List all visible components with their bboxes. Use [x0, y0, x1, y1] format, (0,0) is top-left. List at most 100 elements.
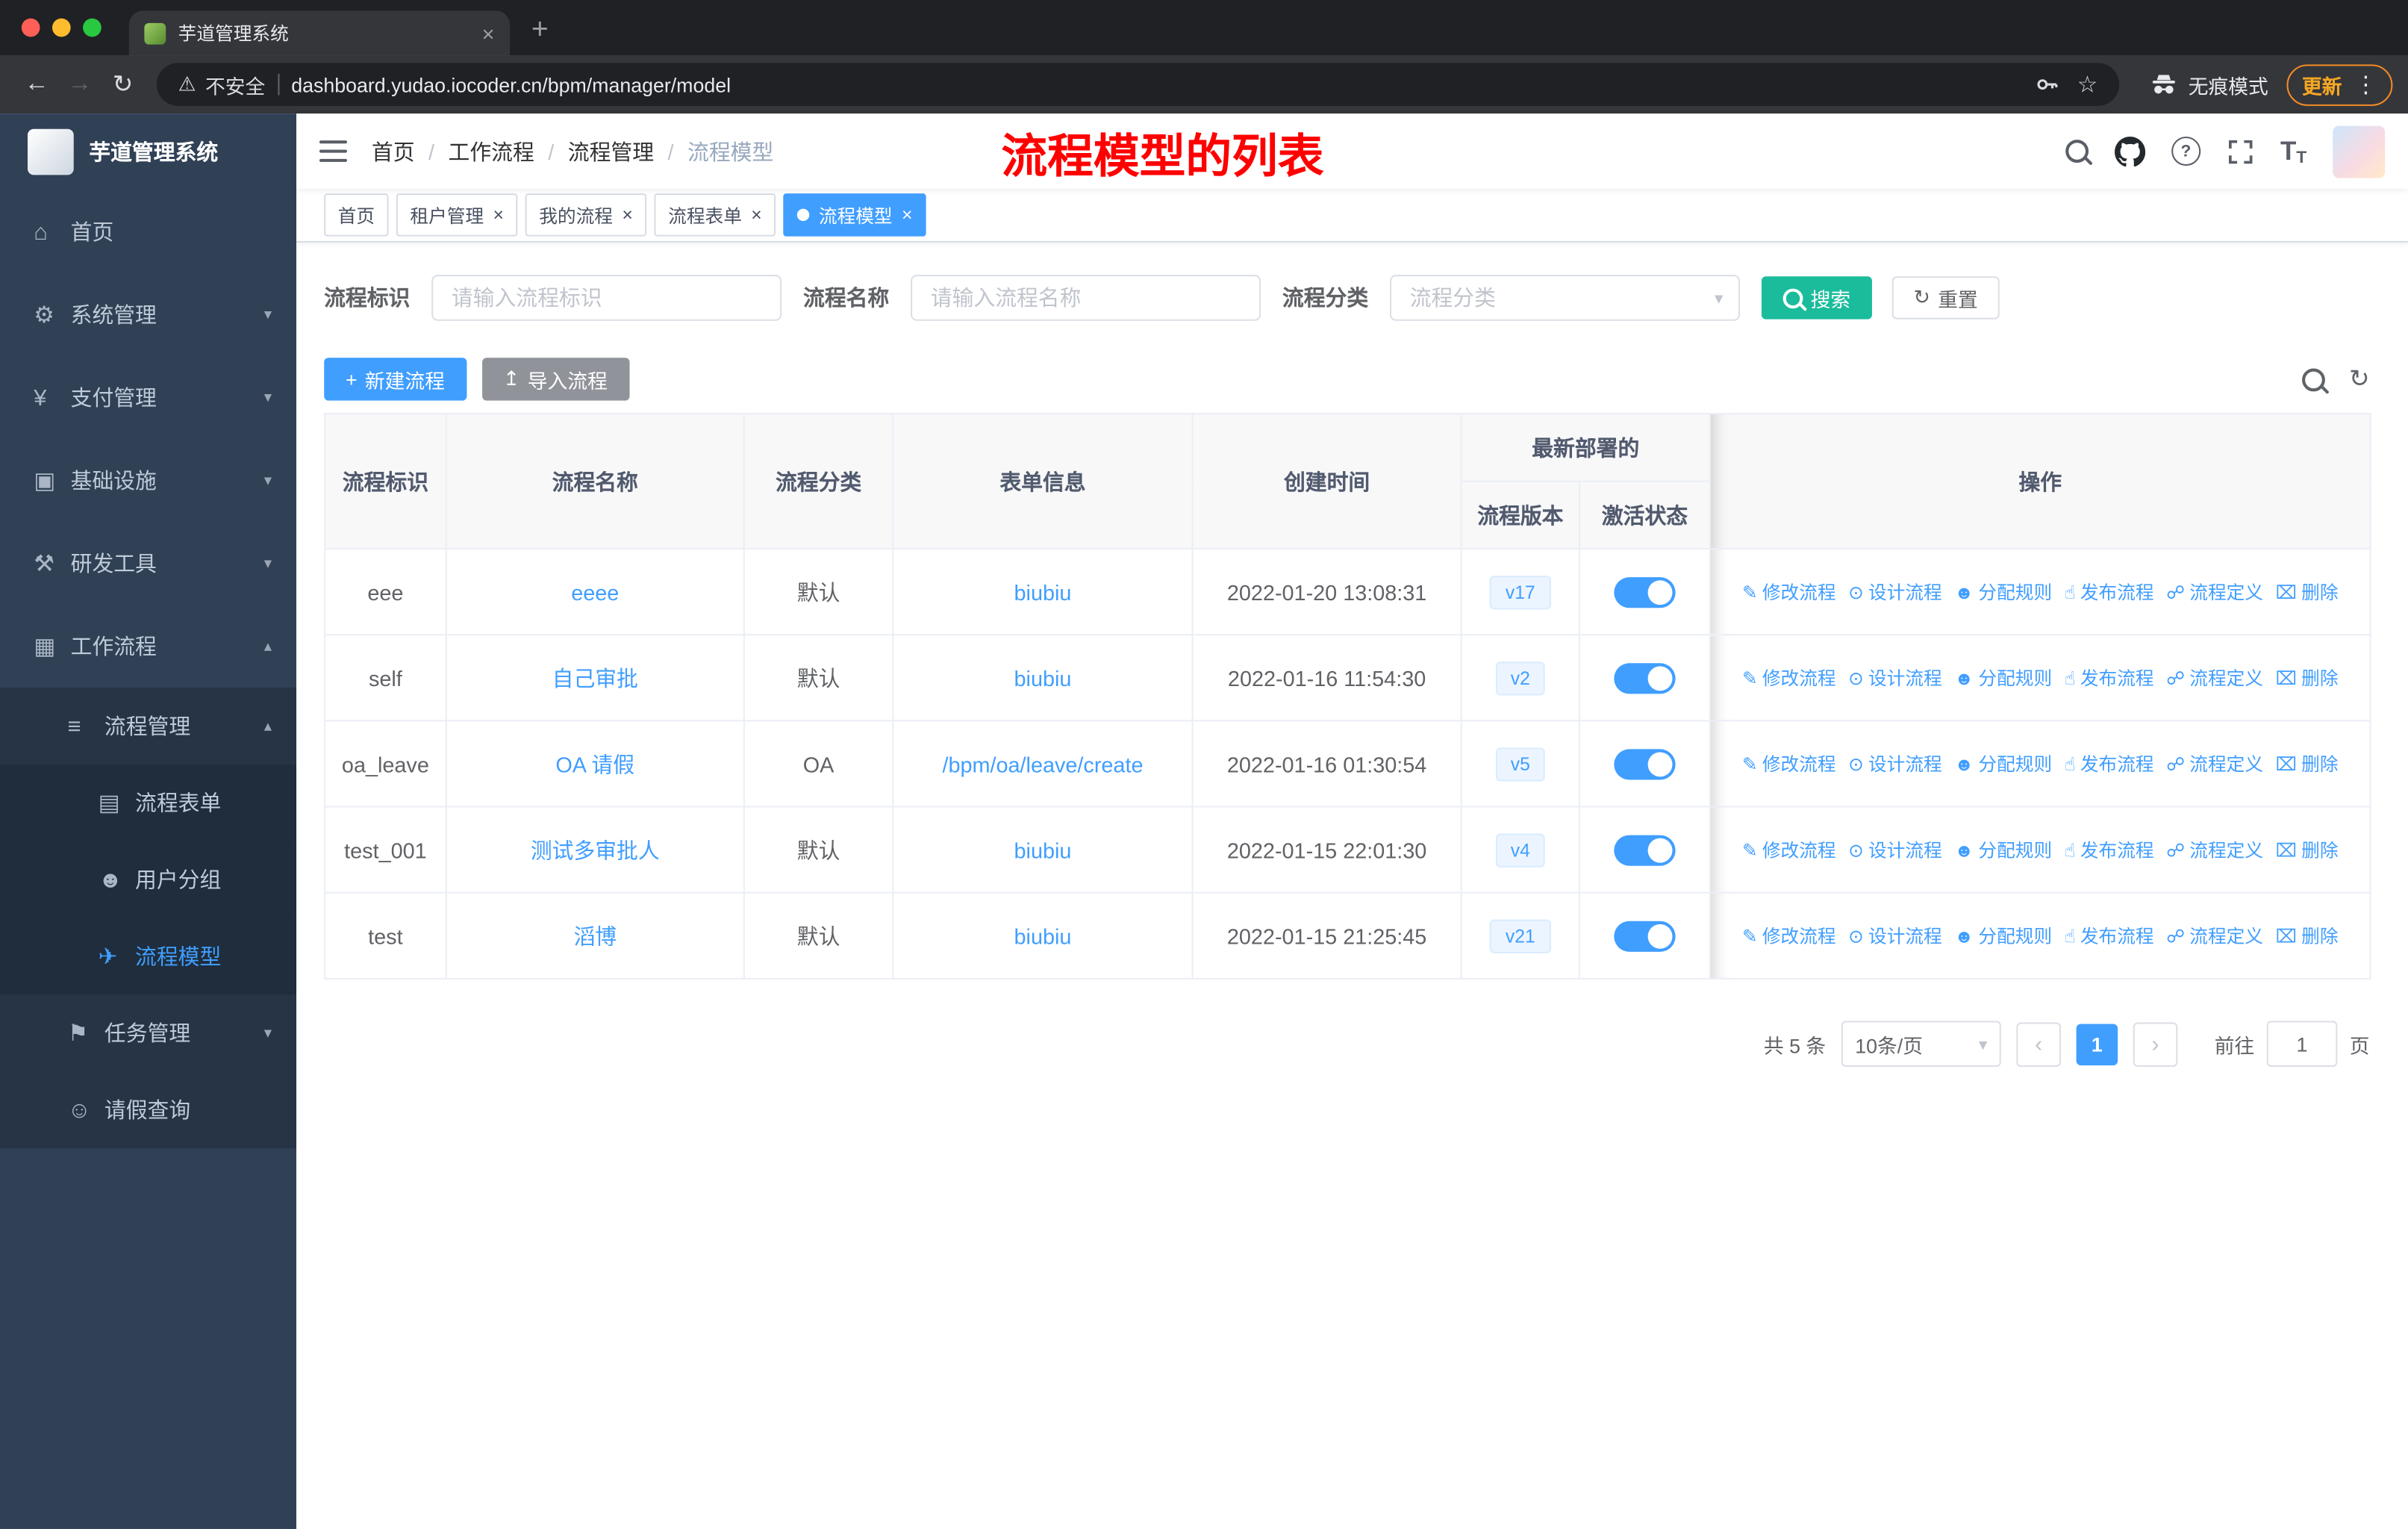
- assign-rule-link[interactable]: ☻ 分配规则: [1954, 837, 2052, 863]
- update-button[interactable]: 更新 ⋮: [2286, 63, 2393, 105]
- design-process-link[interactable]: ⊙ 设计流程: [1848, 750, 1942, 776]
- sidebar-item-infrastructure[interactable]: ▣ 基础设施 ▾: [0, 439, 296, 522]
- table-refresh-button[interactable]: ↻: [2349, 364, 2370, 394]
- sidebar-item-process-manage[interactable]: ≡ 流程管理 ▴: [0, 688, 297, 764]
- delete-link[interactable]: ⌧ 删除: [2276, 923, 2339, 949]
- sidebar-item-system-manage[interactable]: ⚙ 系统管理 ▾: [0, 273, 296, 356]
- form-info-link[interactable]: biubiu: [1014, 924, 1072, 948]
- process-name-link[interactable]: 滔博: [573, 924, 617, 948]
- sidebar-item-user-group[interactable]: ☻ 用户分组: [0, 841, 297, 918]
- sidebar-item-process-form[interactable]: ▤ 流程表单: [0, 764, 297, 841]
- process-definition-link[interactable]: ☍ 流程定义: [2166, 579, 2263, 605]
- reset-button[interactable]: ↻ 重置: [1891, 276, 2000, 320]
- form-info-link[interactable]: biubiu: [1014, 838, 1072, 862]
- close-icon[interactable]: ×: [622, 204, 632, 225]
- tag-process-model[interactable]: 流程模型 ×: [783, 193, 926, 237]
- tab-close-icon[interactable]: ×: [482, 21, 495, 46]
- password-key-icon[interactable]: [2034, 72, 2059, 97]
- tag-tenant-manage[interactable]: 租户管理 ×: [396, 193, 518, 237]
- publish-process-link[interactable]: ☝ 发布流程: [2065, 664, 2154, 691]
- process-name-input[interactable]: [911, 275, 1261, 321]
- back-icon[interactable]: ←: [16, 63, 59, 106]
- user-avatar[interactable]: [2333, 125, 2386, 178]
- import-process-button[interactable]: ↥ 导入流程: [481, 358, 629, 401]
- design-process-link[interactable]: ⊙ 设计流程: [1848, 923, 1942, 949]
- form-info-link[interactable]: biubiu: [1014, 579, 1072, 604]
- table-search-button[interactable]: [2301, 367, 2325, 391]
- next-page-button[interactable]: ›: [2133, 1021, 2178, 1067]
- forward-icon[interactable]: →: [58, 63, 102, 106]
- close-icon[interactable]: ×: [902, 204, 912, 225]
- publish-process-link[interactable]: ☝ 发布流程: [2065, 923, 2154, 949]
- reload-icon[interactable]: ↻: [102, 63, 145, 106]
- page-size-select[interactable]: 10条/页 ▾: [1841, 1021, 2001, 1068]
- modify-process-link[interactable]: ✎ 修改流程: [1742, 837, 1836, 863]
- new-tab-button[interactable]: +: [531, 14, 549, 48]
- window-minimize-button[interactable]: [52, 18, 71, 37]
- sidebar-item-workflow[interactable]: ▦ 工作流程 ▴: [0, 605, 296, 688]
- assign-rule-link[interactable]: ☻ 分配规则: [1954, 923, 2052, 949]
- process-definition-link[interactable]: ☍ 流程定义: [2166, 750, 2263, 776]
- tag-my-process[interactable]: 我的流程 ×: [525, 193, 647, 237]
- fullscreen-icon[interactable]: [2227, 137, 2254, 165]
- process-name-link[interactable]: 测试多审批人: [531, 838, 660, 862]
- window-close-button[interactable]: [21, 18, 40, 37]
- modify-process-link[interactable]: ✎ 修改流程: [1742, 750, 1836, 776]
- process-definition-link[interactable]: ☍ 流程定义: [2166, 664, 2263, 691]
- active-toggle[interactable]: [1614, 920, 1676, 951]
- fontsize-icon[interactable]: TT: [2280, 136, 2306, 166]
- breadcrumb-item[interactable]: 流程管理: [568, 136, 654, 166]
- create-process-button[interactable]: + 新建流程: [324, 358, 467, 401]
- hamburger-icon[interactable]: [319, 140, 347, 163]
- address-bar[interactable]: ⚠ 不安全 dashboard.yudao.iocoder.cn/bpm/man…: [156, 63, 2120, 106]
- publish-process-link[interactable]: ☝ 发布流程: [2065, 750, 2154, 776]
- search-icon[interactable]: [2065, 140, 2089, 163]
- sidebar-item-process-model[interactable]: ✈ 流程模型: [0, 918, 297, 995]
- process-name-link[interactable]: OA 请假: [555, 752, 634, 776]
- bookmark-star-icon[interactable]: ☆: [2077, 71, 2098, 99]
- active-toggle[interactable]: [1614, 662, 1676, 694]
- process-definition-link[interactable]: ☍ 流程定义: [2166, 923, 2263, 949]
- process-name-link[interactable]: eeee: [571, 579, 619, 604]
- publish-process-link[interactable]: ☝ 发布流程: [2065, 837, 2154, 863]
- publish-process-link[interactable]: ☝ 发布流程: [2065, 579, 2154, 605]
- delete-link[interactable]: ⌧ 删除: [2276, 837, 2339, 863]
- browser-tab[interactable]: 芋道管理系统 ×: [128, 10, 511, 56]
- design-process-link[interactable]: ⊙ 设计流程: [1848, 664, 1942, 691]
- search-button[interactable]: 搜索: [1761, 276, 1873, 320]
- assign-rule-link[interactable]: ☻ 分配规则: [1954, 750, 2052, 776]
- process-name-link[interactable]: 自己审批: [552, 665, 638, 690]
- assign-rule-link[interactable]: ☻ 分配规则: [1954, 664, 2052, 691]
- current-page-button[interactable]: 1: [2076, 1023, 2118, 1065]
- close-icon[interactable]: ×: [751, 204, 761, 225]
- process-definition-link[interactable]: ☍ 流程定义: [2166, 837, 2263, 863]
- delete-link[interactable]: ⌧ 删除: [2276, 579, 2339, 605]
- form-info-link[interactable]: /bpm/oa/leave/create: [942, 752, 1143, 776]
- process-key-input[interactable]: [431, 275, 782, 321]
- modify-process-link[interactable]: ✎ 修改流程: [1742, 923, 1836, 949]
- modify-process-link[interactable]: ✎ 修改流程: [1742, 579, 1836, 605]
- sidebar-item-home[interactable]: ⌂ 首页: [0, 190, 296, 273]
- design-process-link[interactable]: ⊙ 设计流程: [1848, 579, 1942, 605]
- sidebar-item-payment-manage[interactable]: ¥ 支付管理 ▾: [0, 356, 296, 439]
- active-toggle[interactable]: [1614, 576, 1676, 608]
- security-chip[interactable]: ⚠ 不安全: [178, 70, 266, 99]
- tag-home[interactable]: 首页: [324, 193, 389, 237]
- design-process-link[interactable]: ⊙ 设计流程: [1848, 837, 1942, 863]
- modify-process-link[interactable]: ✎ 修改流程: [1742, 664, 1836, 691]
- delete-link[interactable]: ⌧ 删除: [2276, 664, 2339, 691]
- assign-rule-link[interactable]: ☻ 分配规则: [1954, 579, 2052, 605]
- form-info-link[interactable]: biubiu: [1014, 665, 1072, 690]
- github-icon[interactable]: [2114, 135, 2145, 166]
- goto-page-input[interactable]: [2266, 1021, 2338, 1068]
- more-icon[interactable]: ⋮: [2354, 71, 2377, 99]
- tag-process-form[interactable]: 流程表单 ×: [654, 193, 776, 237]
- active-toggle[interactable]: [1614, 834, 1676, 865]
- prev-page-button[interactable]: ‹: [2016, 1021, 2061, 1067]
- help-icon[interactable]: ?: [2171, 137, 2200, 166]
- sidebar-item-leave-query[interactable]: ☺ 请假查询: [0, 1071, 297, 1149]
- active-toggle[interactable]: [1614, 748, 1676, 779]
- category-select[interactable]: 流程分类 ▾: [1389, 275, 1741, 321]
- delete-link[interactable]: ⌧ 删除: [2276, 750, 2339, 776]
- sidebar-item-dev-tools[interactable]: ⚒ 研发工具 ▾: [0, 522, 296, 605]
